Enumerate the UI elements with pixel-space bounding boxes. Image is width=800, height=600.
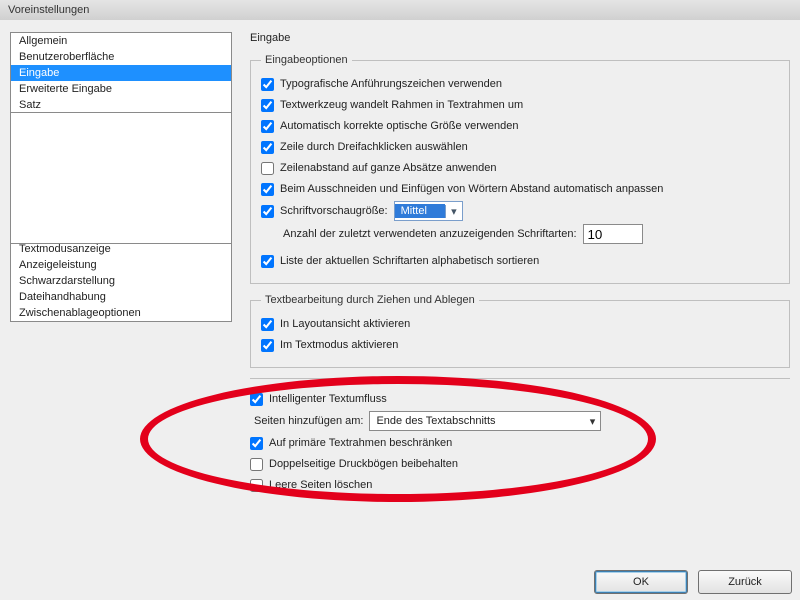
- legend-textbearbeitung: Textbearbeitung durch Ziehen und Ablegen: [261, 294, 479, 306]
- sidebar-item-3[interactable]: Erweiterte Eingabe: [11, 81, 231, 97]
- lbl-typografische: Typografische Anführungszeichen verwende…: [280, 78, 502, 90]
- preview-box: [10, 112, 232, 244]
- chk-textwerkzeug[interactable]: [261, 99, 274, 112]
- lbl-autokorrekt: Automatisch korrekte optische Größe verw…: [280, 120, 518, 132]
- lbl-abstand-anpassen: Beim Ausschneiden und Einfügen von Wörte…: [280, 183, 663, 195]
- sidebar-item-14[interactable]: Anzeigeleistung: [11, 257, 231, 273]
- select-schriftvorschau[interactable]: Mittel ▾: [394, 201, 463, 221]
- lbl-doppelseitig: Doppelseitige Druckbögen beibehalten: [269, 458, 458, 470]
- lbl-schriftvorschau: Schriftvorschaugröße:: [280, 205, 388, 217]
- group-textumfluss: Intelligenter Textumfluss Seiten hinzufü…: [250, 378, 790, 497]
- lbl-textmodus: Im Textmodus aktivieren: [280, 339, 398, 351]
- chk-intelligenter-textumfluss[interactable]: [250, 393, 263, 406]
- group-textbearbeitung: Textbearbeitung durch Ziehen und Ablegen…: [250, 294, 790, 368]
- sidebar-item-1[interactable]: Benutzeroberfläche: [11, 49, 231, 65]
- select-schriftvorschau-value: Mittel: [395, 204, 445, 218]
- chk-dreifachklick[interactable]: [261, 141, 274, 154]
- preferences-window: Voreinstellungen AllgemeinBenutzeroberfl…: [0, 0, 800, 600]
- button-bar: OK Zurück: [594, 570, 792, 594]
- group-eingabeoptionen: Eingabeoptionen Typografische Anführungs…: [250, 54, 790, 284]
- window-title: Voreinstellungen: [8, 4, 89, 16]
- cancel-button[interactable]: Zurück: [698, 570, 792, 594]
- chk-layoutansicht[interactable]: [261, 318, 274, 331]
- lbl-dreifachklick: Zeile durch Dreifachklicken auswählen: [280, 141, 468, 153]
- chk-autokorrekt[interactable]: [261, 120, 274, 133]
- page-title: Eingabe: [250, 32, 790, 44]
- chk-typografische[interactable]: [261, 78, 274, 91]
- lbl-leere-seiten: Leere Seiten löschen: [269, 479, 372, 491]
- main-panel: Eingabe Eingabeoptionen Typografische An…: [250, 32, 790, 507]
- sidebar-item-16[interactable]: Dateihandhabung: [11, 289, 231, 305]
- select-seiten-hinzufuegen[interactable]: Ende des Textabschnitts ▾: [369, 411, 600, 431]
- ok-button[interactable]: OK: [594, 570, 688, 594]
- lbl-zeilenabstand: Zeilenabstand auf ganze Absätze anwenden: [280, 162, 497, 174]
- chk-abstand-anpassen[interactable]: [261, 183, 274, 196]
- sidebar-item-0[interactable]: Allgemein: [11, 33, 231, 49]
- sidebar-item-4[interactable]: Satz: [11, 97, 231, 113]
- dialog-content: AllgemeinBenutzeroberflächeEingabeErweit…: [10, 32, 790, 588]
- sidebar-item-17[interactable]: Zwischenablageoptionen: [11, 305, 231, 321]
- chk-primaere-textrahmen[interactable]: [250, 437, 263, 450]
- lbl-textwerkzeug: Textwerkzeug wandelt Rahmen in Textrahme…: [280, 99, 523, 111]
- titlebar: Voreinstellungen: [0, 0, 800, 21]
- lbl-layoutansicht: In Layoutansicht aktivieren: [280, 318, 410, 330]
- chk-liste-sortieren[interactable]: [261, 255, 274, 268]
- chk-doppelseitig[interactable]: [250, 458, 263, 471]
- lbl-intelligenter-textumfluss: Intelligenter Textumfluss: [269, 393, 387, 405]
- chk-textmodus[interactable]: [261, 339, 274, 352]
- input-anzahl-schriftarten[interactable]: [583, 224, 643, 244]
- chk-schriftvorschau[interactable]: [261, 205, 274, 218]
- dialog-body: AllgemeinBenutzeroberflächeEingabeErweit…: [0, 20, 800, 600]
- lbl-anzahl-schriftarten: Anzahl der zuletzt verwendeten anzuzeige…: [283, 228, 577, 240]
- chk-zeilenabstand[interactable]: [261, 162, 274, 175]
- sidebar-item-2[interactable]: Eingabe: [11, 65, 231, 81]
- lbl-liste-sortieren: Liste der aktuellen Schriftarten alphabe…: [280, 255, 539, 267]
- sidebar-item-15[interactable]: Schwarzdarstellung: [11, 273, 231, 289]
- select-seiten-value: Ende des Textabschnitts: [370, 414, 585, 428]
- chevron-down-icon: ▾: [586, 415, 600, 428]
- lbl-primaere-textrahmen: Auf primäre Textrahmen beschränken: [269, 437, 452, 449]
- legend-eingabeoptionen: Eingabeoptionen: [261, 54, 352, 66]
- chk-leere-seiten[interactable]: [250, 479, 263, 492]
- lbl-seiten-hinzufuegen: Seiten hinzufügen am:: [254, 415, 363, 427]
- chevron-down-icon: ▾: [445, 205, 462, 218]
